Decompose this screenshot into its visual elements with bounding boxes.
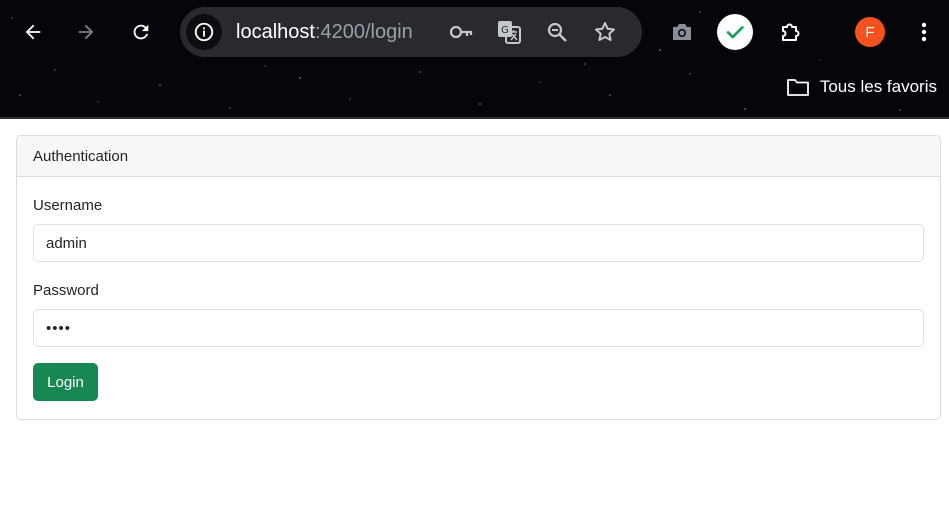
- check-extension-icon: [726, 26, 744, 39]
- login-button[interactable]: Login: [33, 363, 98, 401]
- check-extension-badge: [717, 14, 753, 50]
- back-icon: [25, 24, 41, 40]
- bookmarks-bar-all-bookmarks[interactable]: Tous les favoris: [786, 76, 937, 98]
- bookmark-star-icon: [595, 22, 615, 41]
- svg-text:G: G: [501, 25, 509, 36]
- card-body: Username Password Login: [17, 177, 940, 417]
- auth-card: Authentication Username Password Login: [16, 135, 941, 420]
- browser-toolbar: localhost:4200/login G F Tous les favori…: [0, 0, 949, 119]
- profile-avatar: F: [855, 17, 885, 47]
- reload-button[interactable]: [123, 14, 159, 50]
- username-group: Username: [33, 197, 924, 262]
- folder-icon: [786, 79, 809, 96]
- camera-icon: [673, 24, 691, 40]
- extensions-button[interactable]: [772, 14, 808, 50]
- translate-icon: G: [498, 21, 521, 44]
- browser-menu-button[interactable]: [906, 14, 942, 50]
- url-text[interactable]: localhost:4200/login: [236, 20, 413, 44]
- bookmarks-label: Tous les favoris: [819, 77, 937, 96]
- forward-button[interactable]: [68, 14, 104, 50]
- menu-icon: [921, 22, 927, 42]
- forward-icon: [78, 24, 94, 40]
- username-input[interactable]: [33, 224, 924, 262]
- extensions-icon: [782, 23, 800, 41]
- url-host: localhost: [236, 21, 315, 43]
- address-bar[interactable]: localhost:4200/login G: [180, 7, 642, 57]
- card-header: Authentication: [17, 136, 940, 177]
- username-label: Username: [33, 197, 103, 214]
- bookmark-star-button[interactable]: [592, 19, 618, 45]
- url-path: :4200/login: [314, 21, 413, 43]
- site-info-button[interactable]: [186, 14, 222, 50]
- password-key-button[interactable]: [448, 19, 474, 45]
- password-key-icon: [449, 25, 473, 39]
- password-label: Password: [33, 282, 99, 299]
- password-group: Password: [33, 282, 924, 347]
- site-info-icon: [194, 22, 214, 42]
- translate-button[interactable]: G: [496, 19, 522, 45]
- zoom-icon: [547, 22, 567, 42]
- camera-extension-button[interactable]: [664, 14, 700, 50]
- toolbar-divider: [0, 117, 949, 119]
- zoom-button[interactable]: [544, 19, 570, 45]
- profile-button[interactable]: F: [852, 14, 888, 50]
- reload-icon: [133, 24, 149, 40]
- password-input[interactable]: [33, 309, 924, 347]
- back-button[interactable]: [15, 14, 51, 50]
- check-extension-button[interactable]: [717, 14, 753, 50]
